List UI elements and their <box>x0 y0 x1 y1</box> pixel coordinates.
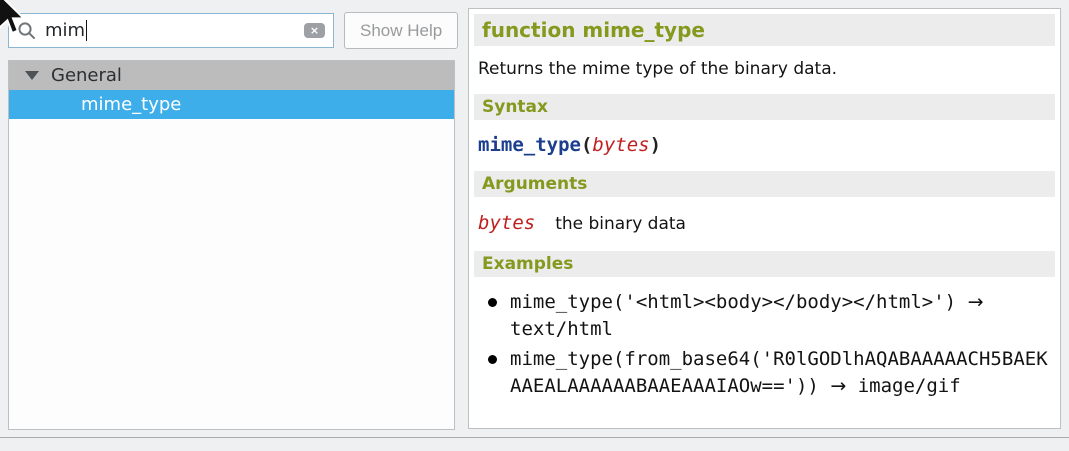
argument-name: bytes <box>478 212 535 234</box>
clear-input-icon[interactable]: × <box>304 23 325 38</box>
arrow-glyph: → <box>968 291 984 313</box>
example-result: image/gif <box>858 375 961 397</box>
example-code: mime_type('<html><body></body></html>') <box>510 291 956 313</box>
argument-row: bytes the binary data <box>478 212 1051 234</box>
syntax-code: mime_type(bytes) <box>478 134 1051 156</box>
tree-item-label: mime_type <box>81 94 181 115</box>
example-text: mime_type(from_base64('R0lGODlhAQABAAAAA… <box>510 346 1051 400</box>
chevron-down-icon[interactable] <box>25 71 39 80</box>
function-tree: General mime_type <box>8 60 455 430</box>
doc-panel: function mime_type Returns the mime type… <box>468 8 1061 429</box>
doc-description: Returns the mime type of the binary data… <box>478 59 1051 79</box>
examples-heading: Examples <box>474 251 1055 277</box>
syntax-argument: bytes <box>592 134 649 156</box>
mouse-pointer-icon <box>0 0 27 40</box>
show-help-button[interactable]: Show Help <box>344 12 458 49</box>
example-result: text/html <box>510 318 613 340</box>
syntax-heading: Syntax <box>474 94 1055 120</box>
tree-group-label: General <box>51 65 122 86</box>
bottom-divider <box>0 437 1069 438</box>
arguments-heading: Arguments <box>474 171 1055 197</box>
doc-title: function mime_type <box>474 14 1055 46</box>
example-item: mime_type(from_base64('R0lGODlhAQABAAAAA… <box>488 346 1051 400</box>
bullet-icon <box>488 355 497 364</box>
arrow-glyph: → <box>830 375 846 397</box>
syntax-rparen: ) <box>650 134 661 156</box>
syntax-function-name: mime_type <box>478 134 581 156</box>
example-text: mime_type('<html><body></body></html>') … <box>510 289 1051 343</box>
examples-list: mime_type('<html><body></body></html>') … <box>488 289 1051 400</box>
syntax-lparen: ( <box>581 134 592 156</box>
example-code: mime_type(from_base64('R0lGODlhAQABAAAAA… <box>510 348 1048 397</box>
search-value: mim <box>45 20 85 41</box>
text-caret <box>86 20 87 41</box>
tree-group-general[interactable]: General <box>9 61 454 90</box>
tree-item-mime-type[interactable]: mime_type <box>9 90 454 119</box>
search-input[interactable]: mim × <box>8 13 334 48</box>
argument-description: the binary data <box>555 214 686 234</box>
example-item: mime_type('<html><body></body></html>') … <box>488 289 1051 343</box>
bullet-icon <box>488 298 497 307</box>
